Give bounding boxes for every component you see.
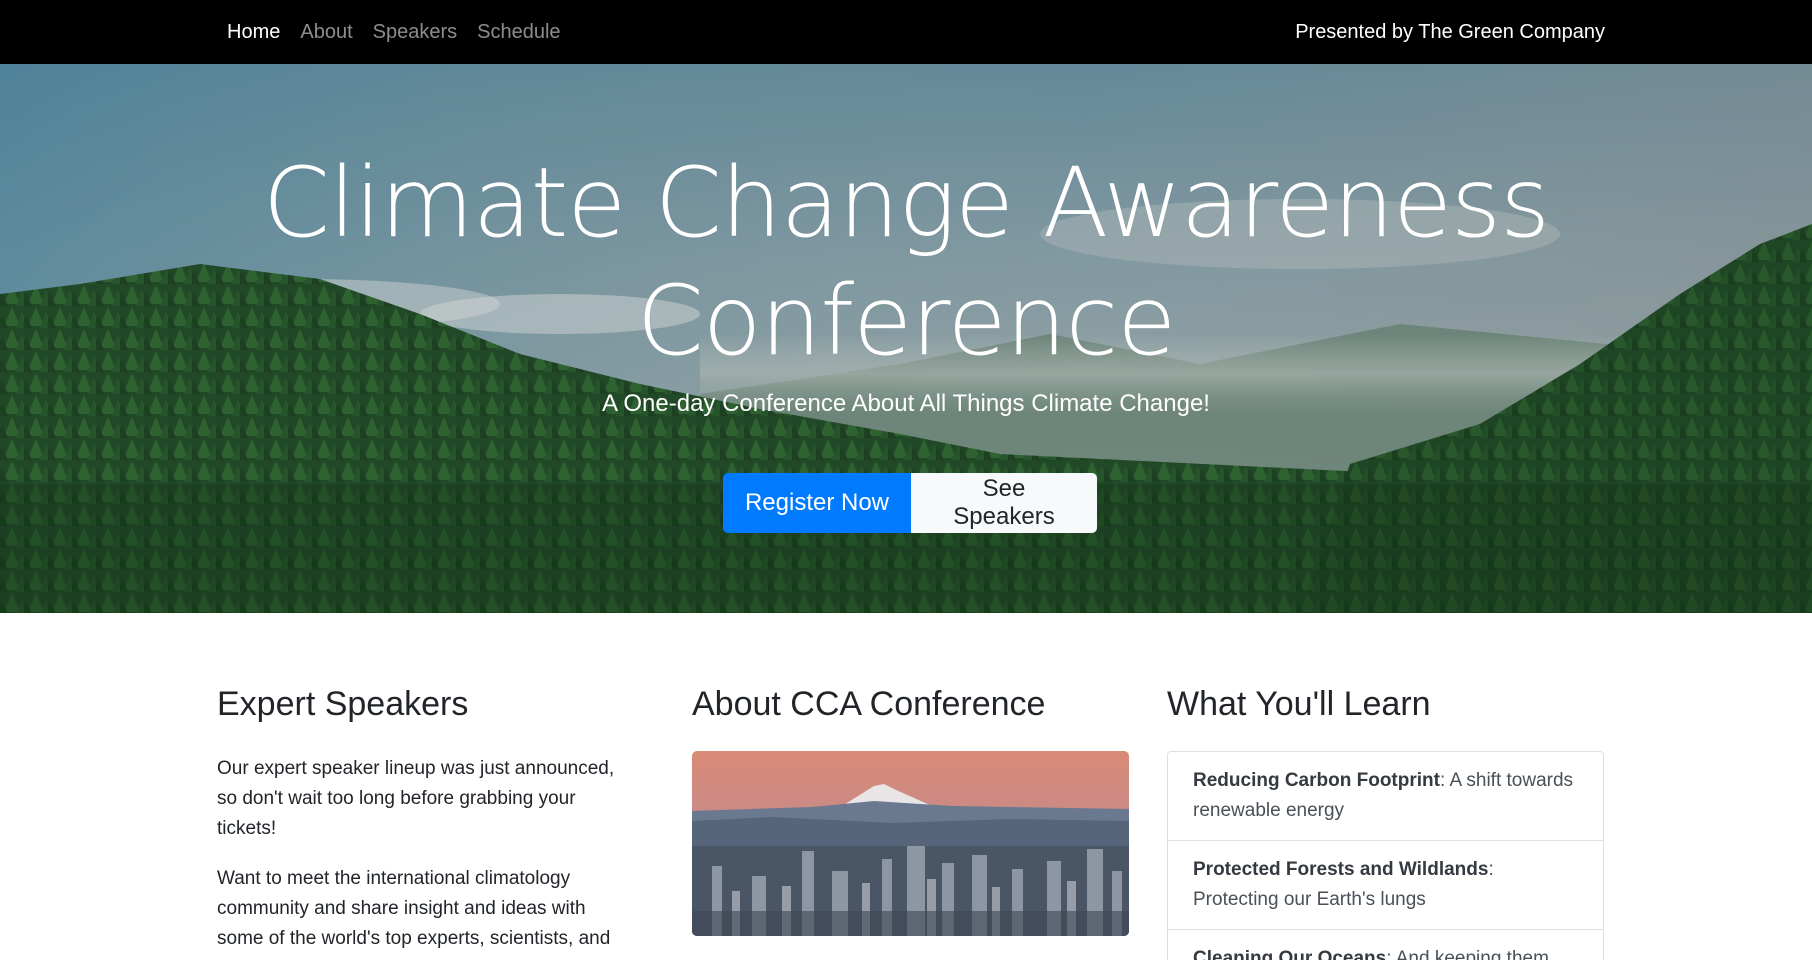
learn-item-title: Cleaning Our Oceans [1193,948,1387,960]
list-item: Reducing Carbon Footprint: A shift towar… [1168,752,1603,841]
list-item: Protected Forests and Wildlands: Protect… [1168,841,1603,930]
hero-title-line1: Climate Change Awareness [262,147,1550,259]
speakers-paragraph-1: Our expert speaker lineup was just annou… [217,758,615,839]
city-mountain-image [692,751,1129,936]
learn-item-title: Protected Forests and Wildlands [1193,859,1489,880]
nav-links: Home About Speakers Schedule [227,0,561,64]
nav-link-speakers[interactable]: Speakers [373,21,458,44]
learn-item-desc: : And keeping them [1386,948,1549,960]
list-item: Cleaning Our Oceans: And keeping them [1168,930,1603,960]
learn-item-title: Reducing Carbon Footprint [1193,770,1440,791]
nav-link-home[interactable]: Home [227,21,280,44]
city-skyline-illustration [692,751,1129,936]
about-column: About CCA Conference [692,680,1129,936]
hero-section: Climate Change Awareness Conference A On… [0,64,1812,613]
see-speakers-button[interactable]: See Speakers [911,473,1097,533]
expert-speakers-column: Expert Speakers Our expert speaker lineu… [217,680,637,954]
hero-title-line2: Conference [636,265,1177,377]
nav-link-schedule[interactable]: Schedule [477,21,560,44]
register-now-button[interactable]: Register Now [723,473,911,533]
presenter-brand: Presented by The Green Company [1295,20,1605,43]
hero-subtitle: A One-day Conference About All Things Cl… [602,390,1210,417]
hero-button-group: Register Now See Speakers [723,473,1097,533]
top-navbar: Home About Speakers Schedule Presented b… [0,0,1812,64]
learn-column: What You'll Learn Reducing Carbon Footpr… [1167,680,1604,960]
speakers-paragraph-2: Want to meet the international climatolo… [217,868,611,949]
hero-title: Climate Change Awareness Conference [0,144,1812,380]
about-heading: About CCA Conference [692,685,1046,723]
learn-list: Reducing Carbon Footprint: A shift towar… [1167,751,1604,960]
nav-link-about[interactable]: About [300,21,352,44]
expert-speakers-heading: Expert Speakers [217,685,469,723]
learn-heading: What You'll Learn [1167,685,1431,723]
